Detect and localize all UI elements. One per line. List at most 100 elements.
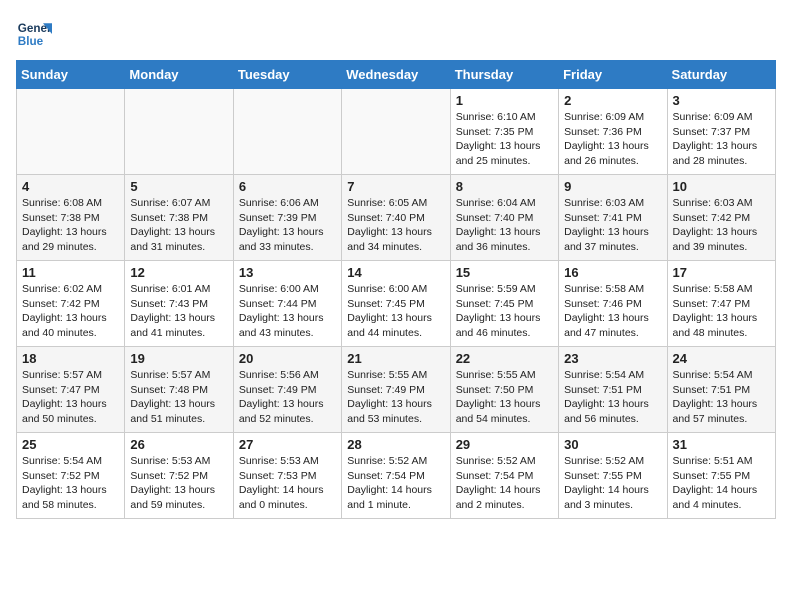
calendar-cell: 20Sunrise: 5:56 AM Sunset: 7:49 PM Dayli… (233, 347, 341, 433)
calendar-cell: 27Sunrise: 5:53 AM Sunset: 7:53 PM Dayli… (233, 433, 341, 519)
calendar-cell: 10Sunrise: 6:03 AM Sunset: 7:42 PM Dayli… (667, 175, 775, 261)
day-content: Sunrise: 6:04 AM Sunset: 7:40 PM Dayligh… (456, 196, 553, 255)
day-number: 23 (564, 351, 661, 366)
day-number: 5 (130, 179, 227, 194)
day-number: 19 (130, 351, 227, 366)
col-header-wednesday: Wednesday (342, 61, 450, 89)
day-content: Sunrise: 5:52 AM Sunset: 7:54 PM Dayligh… (456, 454, 553, 513)
calendar-cell: 31 Sunrise: 5:51 AM Sunset: 7:55 PM Dayli… (667, 433, 775, 519)
day-number: 2 (564, 93, 661, 108)
col-header-thursday: Thursday (450, 61, 558, 89)
day-content: Sunrise: 6:02 AM Sunset: 7:42 PM Dayligh… (22, 282, 119, 341)
day-number: 25 (22, 437, 119, 452)
calendar-cell: 14Sunrise: 6:00 AM Sunset: 7:45 PM Dayli… (342, 261, 450, 347)
calendar-cell: 30Sunrise: 5:52 AM Sunset: 7:55 PM Dayli… (559, 433, 667, 519)
day-number: 13 (239, 265, 336, 280)
day-number: 11 (22, 265, 119, 280)
day-number: 17 (673, 265, 770, 280)
day-number: 31 (673, 437, 770, 452)
day-content: Sunrise: 6:06 AM Sunset: 7:39 PM Dayligh… (239, 196, 336, 255)
page-header: General Blue (16, 16, 776, 52)
calendar-cell: 17 Sunrise: 5:58 AM Sunset: 7:47 PM Dayli… (667, 261, 775, 347)
day-content: Sunrise: 6:09 AM Sunset: 7:37 PM Dayligh… (673, 110, 770, 169)
week-row-5: 25Sunrise: 5:54 AM Sunset: 7:52 PM Dayli… (17, 433, 776, 519)
day-content: Sunrise: 6:08 AM Sunset: 7:38 PM Dayligh… (22, 196, 119, 255)
day-content: Sunrise: 5:54 AM Sunset: 7:51 PM Dayligh… (564, 368, 661, 427)
calendar-cell: 12 Sunrise: 6:01 AM Sunset: 7:43 PM Dayli… (125, 261, 233, 347)
day-number: 24 (673, 351, 770, 366)
calendar-cell: 6 Sunrise: 6:06 AM Sunset: 7:39 PM Daylig… (233, 175, 341, 261)
day-content: Sunrise: 5:55 AM Sunset: 7:50 PM Dayligh… (456, 368, 553, 427)
calendar-table: SundayMondayTuesdayWednesdayThursdayFrid… (16, 60, 776, 519)
day-number: 26 (130, 437, 227, 452)
day-number: 8 (456, 179, 553, 194)
day-content: Sunrise: 6:01 AM Sunset: 7:43 PM Dayligh… (130, 282, 227, 341)
week-row-2: 4Sunrise: 6:08 AM Sunset: 7:38 PM Daylig… (17, 175, 776, 261)
calendar-cell: 16 Sunrise: 5:58 AM Sunset: 7:46 PM Dayli… (559, 261, 667, 347)
calendar-cell: 4Sunrise: 6:08 AM Sunset: 7:38 PM Daylig… (17, 175, 125, 261)
calendar-cell: 1Sunrise: 6:10 AM Sunset: 7:35 PM Daylig… (450, 89, 558, 175)
day-content: Sunrise: 5:57 AM Sunset: 7:47 PM Dayligh… (22, 368, 119, 427)
calendar-cell: 13 Sunrise: 6:00 AM Sunset: 7:44 PM Dayli… (233, 261, 341, 347)
day-content: Sunrise: 6:03 AM Sunset: 7:42 PM Dayligh… (673, 196, 770, 255)
day-number: 30 (564, 437, 661, 452)
calendar-cell: 22 Sunrise: 5:55 AM Sunset: 7:50 PM Dayli… (450, 347, 558, 433)
day-number: 28 (347, 437, 444, 452)
calendar-cell (17, 89, 125, 175)
day-content: Sunrise: 5:53 AM Sunset: 7:52 PM Dayligh… (130, 454, 227, 513)
col-header-friday: Friday (559, 61, 667, 89)
calendar-cell: 26 Sunrise: 5:53 AM Sunset: 7:52 PM Dayli… (125, 433, 233, 519)
col-header-monday: Monday (125, 61, 233, 89)
logo: General Blue (16, 16, 52, 52)
day-number: 14 (347, 265, 444, 280)
day-content: Sunrise: 6:09 AM Sunset: 7:36 PM Dayligh… (564, 110, 661, 169)
day-number: 6 (239, 179, 336, 194)
calendar-cell: 23 Sunrise: 5:54 AM Sunset: 7:51 PM Dayli… (559, 347, 667, 433)
day-content: Sunrise: 5:55 AM Sunset: 7:49 PM Dayligh… (347, 368, 444, 427)
calendar-cell (233, 89, 341, 175)
day-number: 15 (456, 265, 553, 280)
day-number: 16 (564, 265, 661, 280)
calendar-cell: 19 Sunrise: 5:57 AM Sunset: 7:48 PM Dayli… (125, 347, 233, 433)
day-content: Sunrise: 5:57 AM Sunset: 7:48 PM Dayligh… (130, 368, 227, 427)
calendar-cell (342, 89, 450, 175)
day-content: Sunrise: 5:54 AM Sunset: 7:51 PM Dayligh… (673, 368, 770, 427)
day-content: Sunrise: 5:59 AM Sunset: 7:45 PM Dayligh… (456, 282, 553, 341)
calendar-cell: 8 Sunrise: 6:04 AM Sunset: 7:40 PM Daylig… (450, 175, 558, 261)
calendar-cell: 9 Sunrise: 6:03 AM Sunset: 7:41 PM Daylig… (559, 175, 667, 261)
day-number: 1 (456, 93, 553, 108)
day-number: 18 (22, 351, 119, 366)
day-content: Sunrise: 6:07 AM Sunset: 7:38 PM Dayligh… (130, 196, 227, 255)
day-content: Sunrise: 5:58 AM Sunset: 7:46 PM Dayligh… (564, 282, 661, 341)
calendar-cell: 25Sunrise: 5:54 AM Sunset: 7:52 PM Dayli… (17, 433, 125, 519)
day-content: Sunrise: 6:03 AM Sunset: 7:41 PM Dayligh… (564, 196, 661, 255)
day-number: 7 (347, 179, 444, 194)
day-number: 9 (564, 179, 661, 194)
logo-icon: General Blue (16, 16, 52, 52)
day-number: 22 (456, 351, 553, 366)
calendar-cell: 11 Sunrise: 6:02 AM Sunset: 7:42 PM Dayli… (17, 261, 125, 347)
calendar-cell: 29 Sunrise: 5:52 AM Sunset: 7:54 PM Dayli… (450, 433, 558, 519)
calendar-cell: 18 Sunrise: 5:57 AM Sunset: 7:47 PM Dayli… (17, 347, 125, 433)
calendar-cell: 24 Sunrise: 5:54 AM Sunset: 7:51 PM Dayli… (667, 347, 775, 433)
day-number: 29 (456, 437, 553, 452)
day-number: 20 (239, 351, 336, 366)
day-content: Sunrise: 6:05 AM Sunset: 7:40 PM Dayligh… (347, 196, 444, 255)
svg-text:Blue: Blue (18, 35, 44, 48)
day-content: Sunrise: 5:51 AM Sunset: 7:55 PM Dayligh… (673, 454, 770, 513)
calendar-cell: 15 Sunrise: 5:59 AM Sunset: 7:45 PM Dayli… (450, 261, 558, 347)
calendar-cell: 21Sunrise: 5:55 AM Sunset: 7:49 PM Dayli… (342, 347, 450, 433)
day-content: Sunrise: 5:52 AM Sunset: 7:54 PM Dayligh… (347, 454, 444, 513)
week-row-4: 18 Sunrise: 5:57 AM Sunset: 7:47 PM Dayli… (17, 347, 776, 433)
calendar-cell: 2 Sunrise: 6:09 AM Sunset: 7:36 PM Daylig… (559, 89, 667, 175)
header-row: SundayMondayTuesdayWednesdayThursdayFrid… (17, 61, 776, 89)
calendar-cell: 28 Sunrise: 5:52 AM Sunset: 7:54 PM Dayli… (342, 433, 450, 519)
day-number: 12 (130, 265, 227, 280)
calendar-cell (125, 89, 233, 175)
day-content: Sunrise: 5:53 AM Sunset: 7:53 PM Dayligh… (239, 454, 336, 513)
col-header-saturday: Saturday (667, 61, 775, 89)
day-content: Sunrise: 6:00 AM Sunset: 7:44 PM Dayligh… (239, 282, 336, 341)
week-row-1: 1Sunrise: 6:10 AM Sunset: 7:35 PM Daylig… (17, 89, 776, 175)
day-content: Sunrise: 5:58 AM Sunset: 7:47 PM Dayligh… (673, 282, 770, 341)
calendar-cell: 5 Sunrise: 6:07 AM Sunset: 7:38 PM Daylig… (125, 175, 233, 261)
